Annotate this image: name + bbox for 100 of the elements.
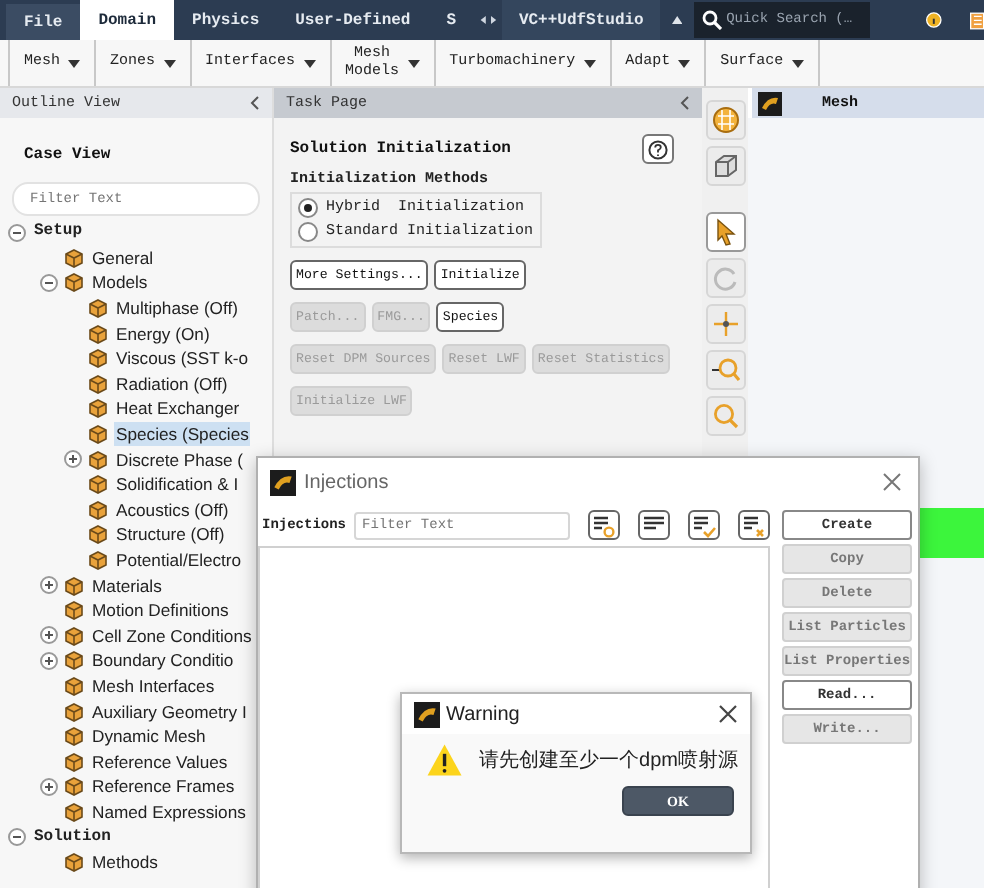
app-logo-icon: [414, 701, 440, 727]
scroll-arrows-icon[interactable]: [478, 10, 499, 30]
list-check-icon: [692, 513, 717, 537]
cube-icon: [64, 701, 84, 722]
cube-icon: [88, 524, 108, 545]
tree-item[interactable]: Reference Frames: [90, 774, 237, 799]
expander-icon[interactable]: [40, 777, 58, 796]
expander-icon[interactable]: [40, 576, 58, 595]
cube-icon: [64, 625, 84, 646]
list-check-button[interactable]: [688, 510, 721, 540]
cube-icon: [711, 152, 739, 180]
ribbon-tab[interactable]: Physics: [174, 0, 278, 40]
cube-icon: [64, 801, 84, 822]
tree-item[interactable]: Models: [90, 270, 150, 295]
help-button[interactable]: [642, 134, 674, 164]
cube-icon: [64, 726, 84, 747]
expander-icon[interactable]: [40, 273, 58, 292]
dialog-title: Injections: [304, 471, 389, 493]
task-heading: Solution Initialization: [290, 140, 511, 158]
collapse-icon[interactable]: [671, 14, 683, 26]
ribbon-tab[interactable]: File: [6, 4, 81, 40]
tree-item[interactable]: Solution: [32, 825, 113, 850]
tree-item[interactable]: Materials: [90, 573, 164, 598]
crosshair-icon: [711, 310, 739, 338]
caret-icon: [407, 59, 420, 67]
caret-icon: [678, 59, 691, 67]
cube-icon: [64, 600, 84, 621]
help-icon[interactable]: [926, 8, 942, 32]
tree-item[interactable]: Potential/Electro: [114, 548, 244, 573]
cube-icon: [64, 272, 84, 293]
ribbon-tab[interactable]: Domain: [80, 0, 175, 40]
search-icon: [702, 10, 723, 30]
cube-icon: [88, 323, 108, 344]
caret-icon: [163, 59, 176, 67]
tree-item[interactable]: Named Expressions: [90, 799, 248, 824]
radio-button[interactable]: [298, 198, 318, 218]
tree-item[interactable]: Heat Exchanger: [114, 396, 242, 421]
tree-item[interactable]: Energy (On): [114, 321, 212, 346]
caret-icon: [791, 59, 804, 67]
tree-item[interactable]: Dynamic Mesh: [90, 724, 208, 749]
list-new-button[interactable]: [588, 510, 621, 540]
cube-icon: [88, 474, 108, 495]
cube-icon: [64, 575, 84, 596]
tree-item[interactable]: Cell Zone Conditions: [90, 623, 254, 648]
expander-icon[interactable]: [8, 828, 26, 847]
ribbon-tab[interactable]: User-Defined: [277, 0, 429, 40]
list-button[interactable]: [638, 510, 671, 540]
radio-button[interactable]: [298, 222, 318, 242]
tree-item[interactable]: Acoustics (Off): [114, 497, 231, 522]
caret-icon: [583, 59, 596, 67]
mesh-tool-button[interactable]: [705, 100, 745, 140]
tree-item[interactable]: Structure (Off): [114, 522, 227, 547]
mesh-drawing: [918, 508, 984, 558]
tree-item[interactable]: Reference Values: [90, 749, 230, 774]
rotate-icon: [711, 264, 739, 292]
tree-item[interactable]: Multiphase (Off): [114, 296, 240, 321]
zoom-out-icon: [711, 356, 739, 384]
section-title: Case View: [24, 146, 113, 164]
cube-icon: [64, 675, 84, 696]
tree-item[interactable]: Boundary Conditio: [90, 648, 236, 673]
tree-item[interactable]: Motion Definitions: [90, 598, 231, 623]
cube-icon: [64, 247, 84, 268]
expander-icon[interactable]: [40, 626, 58, 645]
tree-item[interactable]: Mesh Interfaces: [90, 673, 217, 698]
chevron-icon[interactable]: [250, 96, 260, 110]
close-icon[interactable]: [882, 472, 902, 492]
caret-icon: [303, 59, 316, 67]
view-tool-button[interactable]: [705, 146, 745, 186]
question-icon: [648, 139, 668, 159]
tree-item[interactable]: Setup: [32, 220, 85, 245]
cube-icon: [64, 776, 84, 797]
tree-item[interactable]: Species (Species: [114, 422, 251, 447]
expander-icon[interactable]: [64, 450, 82, 469]
list-circle-icon: [592, 513, 617, 537]
cube-icon: [64, 852, 84, 873]
cube-icon: [88, 424, 108, 445]
cube-icon: [64, 751, 84, 772]
dialog-title: Warning: [446, 703, 520, 725]
tree-item[interactable]: Auxiliary Geometry I: [90, 699, 249, 724]
cube-icon: [88, 373, 108, 394]
cube-icon: [88, 449, 108, 470]
tree-item[interactable]: Solidification & I: [114, 472, 241, 497]
tree-item[interactable]: General: [90, 245, 156, 270]
tree-item[interactable]: Radiation (Off): [114, 371, 230, 396]
expander-icon[interactable]: [8, 223, 26, 242]
ribbon-tab[interactable]: VC++UdfStudio: [502, 0, 660, 40]
cube-icon: [64, 650, 84, 671]
tree-item[interactable]: Viscous (SST k-o: [114, 346, 251, 371]
pointer-icon: [711, 218, 739, 246]
app-logo-icon: [270, 469, 296, 495]
cube-icon: [88, 298, 108, 319]
tree-item[interactable]: Discrete Phase (: [114, 447, 246, 472]
expander-icon[interactable]: [40, 651, 58, 670]
ribbon-tab[interactable]: S: [428, 0, 475, 40]
panel-icon[interactable]: [969, 7, 984, 33]
list-delete-button[interactable]: [738, 510, 771, 540]
tree-item[interactable]: Methods: [90, 850, 160, 875]
close-icon[interactable]: [718, 704, 738, 724]
pointer-tool-button[interactable]: [705, 212, 745, 252]
chevron-icon[interactable]: [680, 96, 690, 110]
